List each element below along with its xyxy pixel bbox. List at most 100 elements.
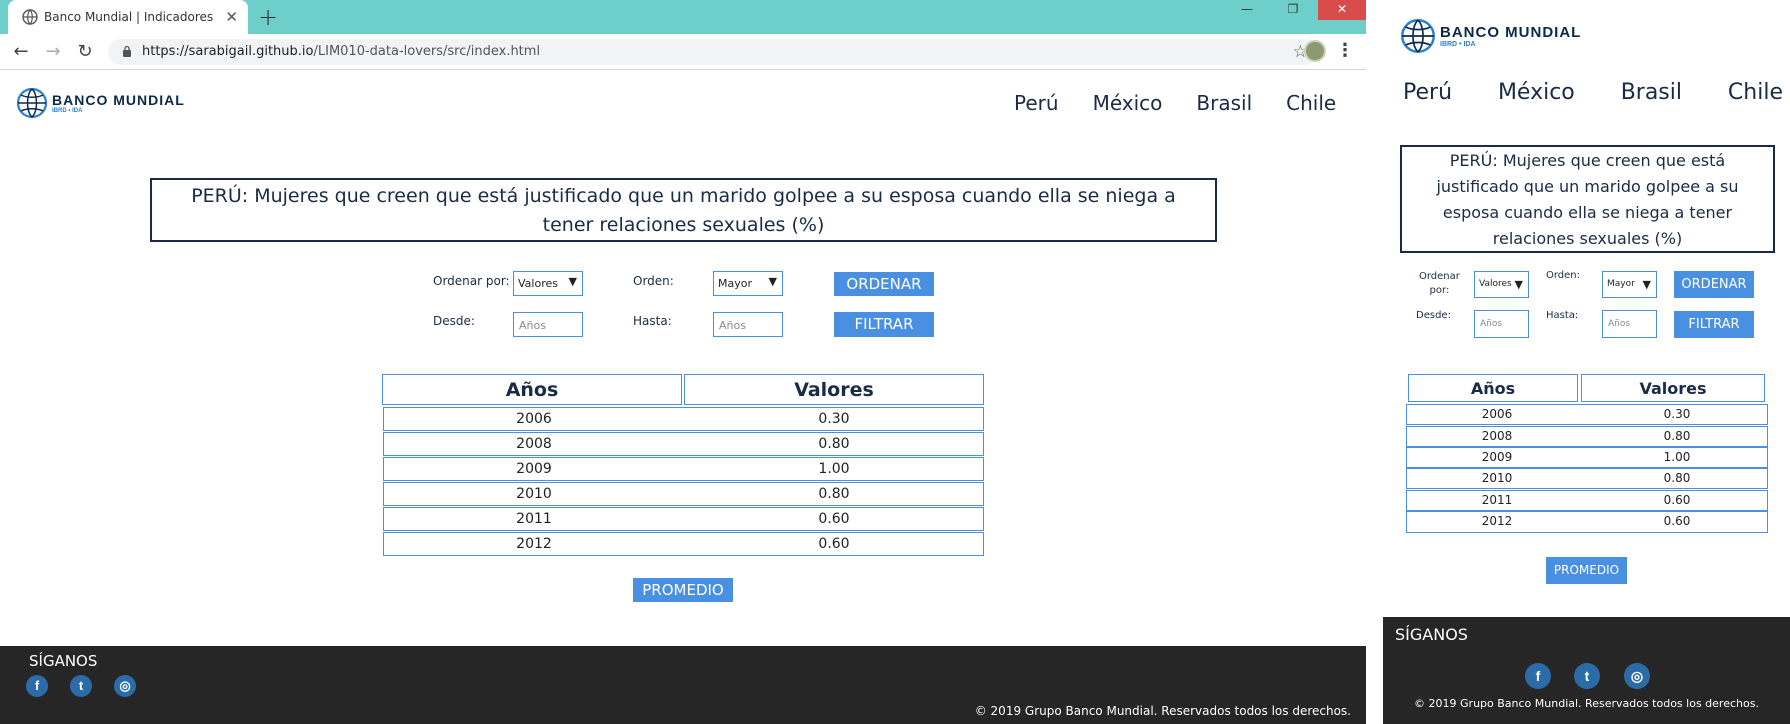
minimize-button[interactable]: — <box>1224 0 1270 20</box>
reload-icon[interactable]: ↻ <box>73 40 97 64</box>
column-header-values: Valores <box>684 374 984 405</box>
year-cell: 2011 <box>1481 493 1513 507</box>
facebook-icon[interactable]: f <box>1525 663 1551 689</box>
url-host: https://sarabigail.github.io <box>142 44 314 59</box>
year-cell: 2008 <box>1481 429 1513 443</box>
order-by-select-mobile[interactable]: Valores ▼ <box>1474 271 1529 298</box>
dropdown-arrow-icon: ▼ <box>1642 278 1651 291</box>
tab-close-icon[interactable]: ✕ <box>225 8 238 26</box>
to-year-input-mobile[interactable]: Años <box>1602 310 1657 338</box>
table-row: 2006 0.30 <box>383 407 984 431</box>
to-year-input[interactable]: Años <box>713 312 783 337</box>
dropdown-arrow-icon: ▼ <box>1514 278 1523 291</box>
year-cell: 2008 <box>516 436 552 452</box>
year-cell: 2011 <box>516 511 552 527</box>
nav-link-peru[interactable]: Perú <box>1403 80 1452 105</box>
table-row: 2011 0.60 <box>1406 490 1768 511</box>
value-cell: 0.60 <box>818 536 850 552</box>
nav-link-peru[interactable]: Perú <box>1014 91 1059 115</box>
sort-button-mobile[interactable]: ORDENAR <box>1674 271 1754 298</box>
order-by-value: Valores <box>1479 279 1512 289</box>
table-row: 2012 0.60 <box>383 532 984 556</box>
logo-name: BANCO MUNDIAL <box>52 92 185 108</box>
close-window-button[interactable]: ✕ <box>1318 0 1366 20</box>
to-label-mobile: Hasta: <box>1546 310 1579 321</box>
table-row: 2010 0.80 <box>383 482 984 506</box>
world-bank-logo-mobile[interactable]: BANCO MUNDIAL IBRD • IDA <box>1400 18 1581 54</box>
url-text: https://sarabigail.github.io/LIM010-data… <box>142 44 540 59</box>
instagram-icon[interactable]: ◎ <box>114 675 136 697</box>
site-footer-mobile: SÍGANOS f t ◎ © 2019 Grupo Banco Mundial… <box>1383 617 1790 724</box>
follow-heading: SÍGANOS <box>29 652 98 670</box>
url-path: /LIM010-data-lovers/src/index.html <box>313 44 541 59</box>
web-page: BANCO MUNDIAL IBRD • IDA Perú México Bra… <box>0 71 1366 724</box>
from-year-input[interactable]: Años <box>513 312 583 337</box>
year-cell: 2009 <box>516 461 552 477</box>
mobile-preview: BANCO MUNDIAL IBRD • IDA Perú México Bra… <box>1383 0 1790 724</box>
value-cell: 0.80 <box>1663 429 1691 443</box>
page-title: PERÚ: Mujeres que creen que está justifi… <box>150 178 1217 242</box>
average-button-mobile[interactable]: PROMEDIO <box>1546 557 1627 584</box>
column-header-years: Años <box>1408 374 1578 402</box>
nav-link-brasil[interactable]: Brasil <box>1196 91 1252 115</box>
year-cell: 2010 <box>516 486 552 502</box>
restore-button[interactable]: ❐ <box>1270 0 1316 20</box>
value-cell: 0.80 <box>818 436 850 452</box>
nav-link-mexico[interactable]: México <box>1093 91 1163 115</box>
copyright-text: © 2019 Grupo Banco Mundial. Reservados t… <box>1414 697 1759 710</box>
value-cell: 1.00 <box>1663 450 1691 464</box>
nav-link-mexico[interactable]: México <box>1498 80 1575 105</box>
twitter-icon[interactable]: t <box>1574 663 1600 689</box>
table-row: 2009 1.00 <box>383 457 984 481</box>
country-nav: Perú México Brasil Chile <box>1014 91 1336 115</box>
globe-logo-icon <box>16 87 48 119</box>
table-row: 2010 0.80 <box>1406 468 1768 489</box>
globe-logo-icon <box>1401 19 1435 53</box>
order-select-mobile[interactable]: Mayor ▼ <box>1602 271 1657 298</box>
order-by-select[interactable]: Valores ▼ <box>513 271 583 296</box>
to-placeholder: Años <box>719 319 746 332</box>
facebook-icon[interactable]: f <box>26 675 48 697</box>
from-label: Desde: <box>433 314 475 328</box>
new-tab-button[interactable]: + <box>258 3 278 31</box>
order-label: Orden: <box>633 274 674 288</box>
lock-icon <box>123 45 131 57</box>
nav-link-chile[interactable]: Chile <box>1728 80 1783 105</box>
value-cell: 0.30 <box>1663 407 1691 421</box>
sort-button[interactable]: ORDENAR <box>834 272 934 296</box>
logo-sub: IBRD • IDA <box>52 108 83 114</box>
to-placeholder: Años <box>1608 319 1631 329</box>
nav-link-chile[interactable]: Chile <box>1286 91 1336 115</box>
average-button[interactable]: PROMEDIO <box>633 578 733 602</box>
menu-dots-icon[interactable]: ⋮ <box>1336 40 1354 61</box>
order-by-value: Valores <box>518 277 558 290</box>
table-row: 2008 0.80 <box>1406 426 1768 447</box>
order-select[interactable]: Mayor ▼ <box>713 271 783 296</box>
browser-tab[interactable]: Banco Mundial | Indicadores ✕ <box>8 0 248 34</box>
dropdown-arrow-icon: ▼ <box>768 275 777 288</box>
site-footer: SÍGANOS f t ◎ © 2019 Grupo Banco Mundial… <box>0 646 1366 724</box>
order-by-label-mobile: Ordenar por: <box>1419 270 1460 298</box>
nav-link-brasil[interactable]: Brasil <box>1621 80 1682 105</box>
value-cell: 1.00 <box>818 461 850 477</box>
world-bank-logo[interactable]: BANCO MUNDIAL IBRD • IDA <box>16 87 185 119</box>
order-by-label-line2: por: <box>1429 285 1450 296</box>
from-year-input-mobile[interactable]: Años <box>1474 310 1529 338</box>
year-cell: 2006 <box>1481 407 1513 421</box>
logo-name: BANCO MUNDIAL <box>1440 24 1582 41</box>
forward-arrow-icon[interactable]: → <box>41 40 65 64</box>
twitter-icon[interactable]: t <box>70 675 92 697</box>
column-header-years: Años <box>382 374 682 405</box>
year-cell: 2012 <box>516 536 552 552</box>
table-row: 2011 0.60 <box>383 507 984 531</box>
follow-heading: SÍGANOS <box>1395 625 1468 644</box>
filter-button[interactable]: FILTRAR <box>834 312 934 337</box>
back-arrow-icon[interactable]: ← <box>9 40 33 64</box>
from-placeholder: Años <box>1480 319 1503 329</box>
year-cell: 2012 <box>1481 514 1513 528</box>
profile-avatar[interactable] <box>1304 40 1326 62</box>
instagram-icon[interactable]: ◎ <box>1624 663 1650 689</box>
browser-toolbar: ← → ↻ https://sarabigail.github.io/LIM01… <box>0 34 1366 70</box>
address-bar[interactable]: https://sarabigail.github.io/LIM010-data… <box>108 39 1318 65</box>
filter-button-mobile[interactable]: FILTRAR <box>1674 311 1754 338</box>
